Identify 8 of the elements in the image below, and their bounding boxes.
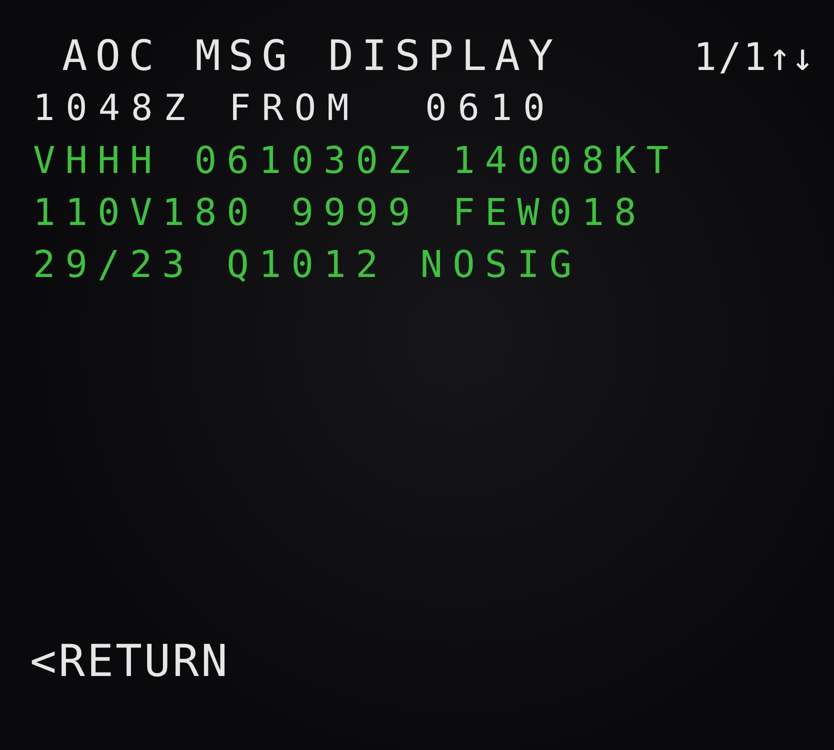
message-header: 1048Z FROM 0610 — [33, 87, 556, 131]
message-line: 110V180 9999 FEW018 — [33, 190, 646, 236]
scroll-arrows[interactable]: ↑↓ — [768, 31, 814, 83]
message-line: 29/23 Q1012 NOSIG — [33, 242, 582, 288]
return-prompt[interactable]: <RETURN — [30, 634, 230, 690]
page-title: AOC MSG DISPLAY — [62, 30, 562, 82]
message-line: VHHH 061030Z 14008KT — [33, 138, 679, 184]
page-number: 1/1 — [694, 34, 768, 81]
